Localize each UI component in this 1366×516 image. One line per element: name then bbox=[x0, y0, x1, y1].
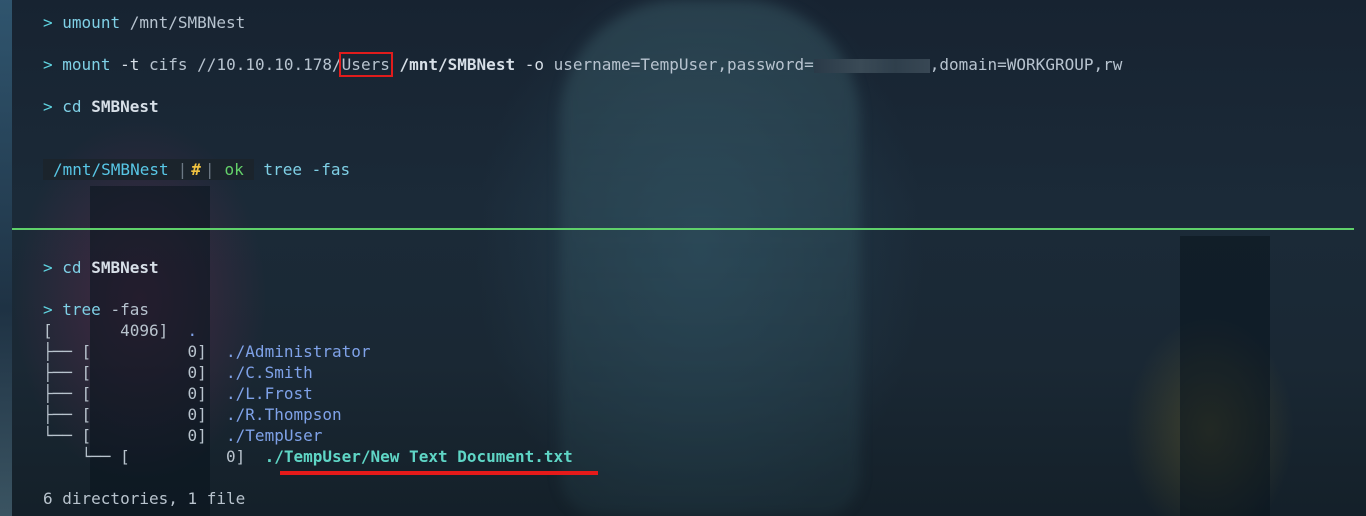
command-name: cd bbox=[62, 258, 82, 277]
pane-divider[interactable] bbox=[12, 228, 1354, 230]
background-figure bbox=[560, 0, 860, 516]
tree-file-row: └── [ 0] ./TempUser/New Text Document.tx… bbox=[43, 446, 573, 467]
window-edge bbox=[0, 0, 12, 516]
dir-name: . bbox=[187, 321, 198, 340]
background-building bbox=[1180, 236, 1270, 516]
tree-branch bbox=[43, 447, 82, 466]
prompt-symbol: > bbox=[43, 97, 53, 116]
dir-name: ./R.Thompson bbox=[226, 405, 342, 424]
tree-root-row: [ 4096] . bbox=[43, 320, 197, 341]
share-prefix: //10.10.10.178/ bbox=[197, 55, 342, 74]
command-name: cd bbox=[62, 97, 82, 116]
tree-entry-row: ├── [ 0] ./R.Thompson bbox=[43, 404, 342, 425]
dir-name: ./Administrator bbox=[226, 342, 371, 361]
prompt-separator: | bbox=[204, 159, 215, 180]
command-name: mount bbox=[62, 55, 111, 74]
tree-entry-row: ├── [ 0] ./Administrator bbox=[43, 341, 371, 362]
fs-type: cifs bbox=[149, 55, 188, 74]
prompt-separator: | bbox=[177, 159, 188, 180]
file-name: ./TempUser/New Text Document.txt bbox=[264, 447, 573, 466]
terminal-line-cd: > cd SMBNest bbox=[43, 257, 159, 278]
typed-command[interactable]: tree -fas bbox=[263, 160, 350, 179]
tree-branch: └── [ bbox=[43, 426, 92, 445]
size: 0] bbox=[187, 384, 207, 403]
tree-summary: 6 directories, 1 file bbox=[43, 489, 246, 508]
prompt-symbol: > bbox=[43, 55, 53, 74]
terminal-line-tree: > tree -fas bbox=[43, 299, 149, 320]
tree-entry-row: └── [ 0] ./TempUser bbox=[43, 425, 322, 446]
prompt-root-indicator: # bbox=[187, 159, 205, 180]
command-name: tree bbox=[62, 300, 101, 319]
size: 0] bbox=[187, 426, 207, 445]
dir-name: ./TempUser bbox=[226, 426, 323, 445]
tree-branch: ├── [ bbox=[43, 363, 92, 382]
flag-type: -t bbox=[120, 55, 140, 74]
command-arg: -fas bbox=[110, 300, 149, 319]
terminal-line-umount: > umount /mnt/SMBNest bbox=[43, 12, 245, 33]
size: 0] bbox=[226, 447, 246, 466]
tree-entry-row: ├── [ 0] ./L.Frost bbox=[43, 383, 313, 404]
options-prefix: username=TempUser,password= bbox=[553, 55, 814, 74]
prompt-symbol: > bbox=[43, 258, 53, 277]
size: 0] bbox=[187, 405, 207, 424]
highlight-underline bbox=[280, 471, 598, 475]
command-name: umount bbox=[62, 13, 121, 32]
tree-branch: ├── [ bbox=[43, 384, 92, 403]
terminal-line-cd: > cd SMBNest bbox=[43, 96, 159, 117]
command-arg: SMBNest bbox=[91, 97, 159, 116]
tree-entry-row: ├── [ 0] ./C.Smith bbox=[43, 362, 313, 383]
tree-branch: ├── [ bbox=[43, 342, 92, 361]
bracket: [ bbox=[43, 321, 53, 340]
dir-name: ./C.Smith bbox=[226, 363, 313, 382]
flag-options: -o bbox=[524, 55, 544, 74]
dir-name: ./L.Frost bbox=[226, 384, 313, 403]
size: 0] bbox=[187, 342, 207, 361]
prompt-symbol: > bbox=[43, 13, 53, 32]
command-arg: SMBNest bbox=[91, 258, 159, 277]
mount-point: /mnt/SMBNest bbox=[399, 55, 516, 74]
tree-branch: └── [ bbox=[81, 447, 130, 466]
share-name-highlight: Users bbox=[338, 52, 393, 77]
size: 0] bbox=[187, 363, 207, 382]
prompt-symbol: > bbox=[43, 300, 53, 319]
size: 4096] bbox=[120, 321, 169, 340]
prompt-status-ok: ok bbox=[214, 159, 254, 180]
status-prompt-line: /mnt/SMBNest | # | ok tree -fas bbox=[43, 159, 350, 180]
redacted-password bbox=[813, 58, 930, 73]
terminal-line-mount: > mount -t cifs //10.10.10.178/Users /mn… bbox=[43, 52, 1123, 77]
options-suffix: ,domain=WORKGROUP,rw bbox=[929, 55, 1123, 74]
command-arg: /mnt/SMBNest bbox=[129, 13, 246, 32]
prompt-path-segment: /mnt/SMBNest bbox=[43, 159, 178, 180]
tree-branch: ├── [ bbox=[43, 405, 92, 424]
